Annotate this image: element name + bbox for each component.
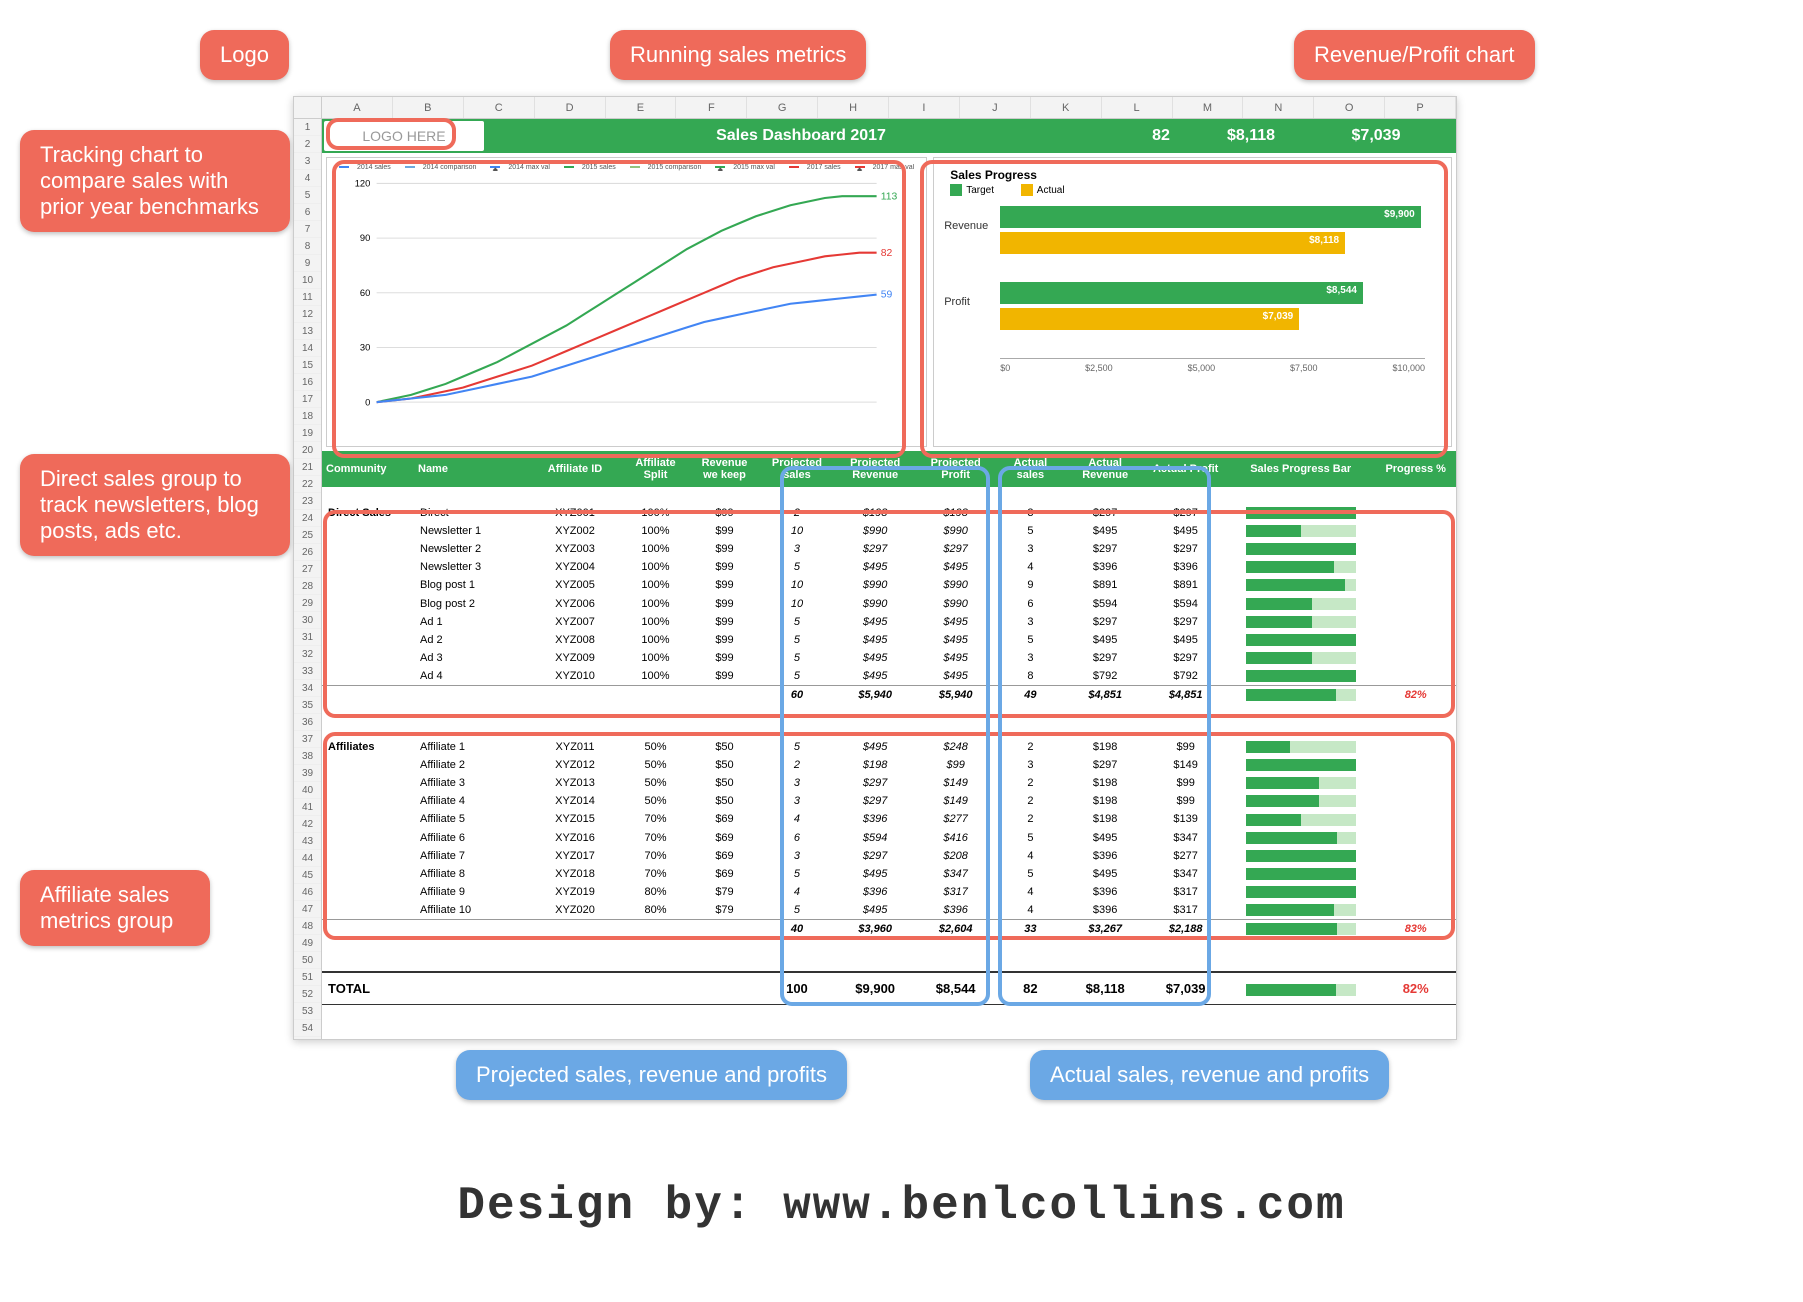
subtotal-row: 40$3,960$2,604 33$3,267$2,18883%	[322, 919, 1456, 938]
svg-text:60: 60	[360, 288, 370, 298]
line-chart-legend: 2014 sales 2014 comparison ◆ 2014 max va…	[333, 164, 920, 171]
bar-chart-title: Sales Progress	[950, 168, 1445, 182]
spreadsheet[interactable]: A B C D E F G H I J K L M N O P 12345678…	[293, 96, 1457, 1040]
callout-projected: Projected sales, revenue and profits	[456, 1050, 847, 1100]
table-row[interactable]: Affiliate 3XYZ01350%$50 3$297$149 2$198$…	[322, 774, 1456, 792]
table-row[interactable]: Ad 2XYZ008100%$99 5$495$495 5$495$495	[322, 631, 1456, 649]
callout-affgroup: Affiliate sales metrics group	[20, 870, 210, 946]
callout-logo: Logo	[200, 30, 289, 80]
table-row[interactable]: Blog post 1XYZ005100%$99 10$990$990 9$89…	[322, 576, 1456, 594]
table-row[interactable]: Direct SalesDirectXYZ001100%$99 2$198$19…	[322, 504, 1456, 522]
table-row[interactable]: Newsletter 3XYZ004100%$99 5$495$495 4$39…	[322, 558, 1456, 576]
table-row[interactable]: Affiliate 2XYZ01250%$50 2$198$99 3$297$1…	[322, 756, 1456, 774]
callout-revprofit: Revenue/Profit chart	[1294, 30, 1535, 80]
svg-text:82: 82	[881, 248, 893, 259]
data-table[interactable]: Community Name Affiliate ID Affiliate Sp…	[322, 451, 1456, 1039]
svg-text:90: 90	[360, 233, 370, 243]
table-row[interactable]: Affiliate 4XYZ01450%$50 3$297$149 2$198$…	[322, 792, 1456, 810]
table-header-row: Community Name Affiliate ID Affiliate Sp…	[322, 451, 1456, 487]
dashboard-title: Sales Dashboard 2017	[486, 127, 1116, 145]
title-bar: LOGO HERE Sales Dashboard 2017 82 $8,118…	[322, 119, 1456, 153]
table-row[interactable]: Blog post 2XYZ006100%$99 10$990$990 6$59…	[322, 594, 1456, 612]
table-row[interactable]: Affiliate 9XYZ01980%$79 4$396$317 4$396$…	[322, 883, 1456, 901]
table-row[interactable]: Affiliate 5XYZ01570%$69 4$396$277 2$198$…	[322, 810, 1456, 828]
svg-text:113: 113	[881, 191, 898, 202]
callout-running: Running sales metrics	[610, 30, 866, 80]
metric-revenue: $8,118	[1206, 127, 1296, 145]
svg-text:59: 59	[881, 290, 893, 301]
table-row[interactable]: Ad 4XYZ010100%$99 5$495$495 8$792$792	[322, 667, 1456, 686]
bar-chart[interactable]: Sales Progress Target Actual Revenue $9,…	[933, 157, 1452, 447]
table-row[interactable]: Affiliate 7XYZ01770%$69 3$297$208 4$396$…	[322, 847, 1456, 865]
metric-sales: 82	[1116, 127, 1206, 145]
table-row[interactable]: Newsletter 2XYZ003100%$99 3$297$297 3$29…	[322, 540, 1456, 558]
callout-directgroup: Direct sales group to track newsletters,…	[20, 454, 290, 556]
subtotal-row: 60$5,940$5,940 49$4,851$4,85182%	[322, 685, 1456, 704]
callout-tracking: Tracking chart to compare sales with pri…	[20, 130, 290, 232]
line-chart[interactable]: 2014 sales 2014 comparison ◆ 2014 max va…	[326, 157, 927, 447]
svg-text:0: 0	[365, 397, 370, 407]
bar-chart-legend: Target Actual	[950, 184, 1445, 196]
table-row[interactable]: Affiliate 10XYZ02080%$79 5$495$396 4$396…	[322, 901, 1456, 920]
metric-profit: $7,039	[1296, 127, 1456, 145]
table-row[interactable]: Newsletter 1XYZ002100%$99 10$990$990 5$4…	[322, 522, 1456, 540]
column-headers[interactable]: A B C D E F G H I J K L M N O P	[294, 97, 1456, 119]
credit-line: Design by: www.benlcollins.com	[0, 1180, 1803, 1232]
table-row[interactable]: AffiliatesAffiliate 1XYZ01150%$50 5$495$…	[322, 738, 1456, 756]
total-row: TOTAL 100$9,900$8,544 82$8,118$7,039 82%	[322, 972, 1456, 1005]
table-row[interactable]: Affiliate 8XYZ01870%$69 5$495$347 5$495$…	[322, 865, 1456, 883]
svg-text:120: 120	[355, 179, 371, 189]
logo-placeholder: LOGO HERE	[324, 121, 484, 151]
svg-text:30: 30	[360, 343, 370, 353]
line-chart-svg: 0 30 60 90 120 113 82 59	[333, 173, 920, 423]
table-row[interactable]: Affiliate 6XYZ01670%$69 6$594$416 5$495$…	[322, 829, 1456, 847]
callout-actual: Actual sales, revenue and profits	[1030, 1050, 1389, 1100]
table-row[interactable]: Ad 3XYZ009100%$99 5$495$495 3$297$297	[322, 649, 1456, 667]
row-headers[interactable]: 1234567891011121314151617181920212223242…	[294, 119, 322, 1039]
table-row[interactable]: Ad 1XYZ007100%$99 5$495$495 3$297$297	[322, 613, 1456, 631]
